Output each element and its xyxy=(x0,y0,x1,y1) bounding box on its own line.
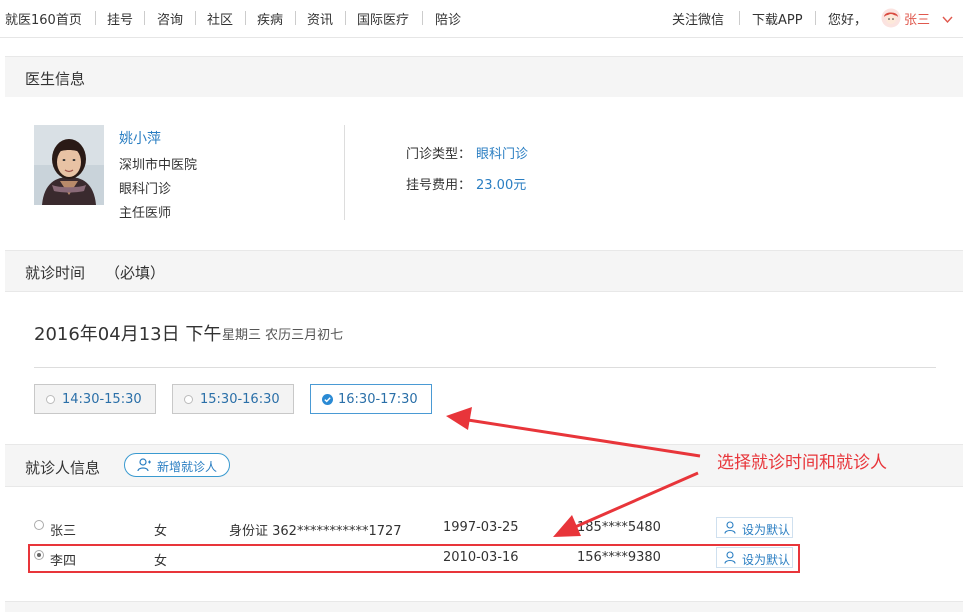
nav-international-link[interactable]: 国际医疗 xyxy=(357,9,409,28)
user-icon xyxy=(724,551,736,567)
time-section-title: 就诊时间 xyxy=(25,264,86,282)
nav-home-link[interactable]: 就医160首页 xyxy=(5,9,82,28)
doctor-section-header: 医生信息 xyxy=(5,56,963,98)
chevron-down-icon[interactable] xyxy=(942,13,953,28)
radio-icon xyxy=(184,395,193,404)
weekday-lunar: 星期三 农历三月初七 xyxy=(222,328,344,343)
user-avatar-icon[interactable] xyxy=(881,8,901,28)
follow-wechat-link[interactable]: 关注微信 xyxy=(672,9,724,28)
doctor-divider xyxy=(344,125,345,220)
time-section-header: 就诊时间 （必填） xyxy=(5,250,963,292)
nav-consult-link[interactable]: 咨询 xyxy=(157,9,183,28)
patient-phone: 156****9380 xyxy=(577,550,661,565)
set-default-label: 设为默认 xyxy=(742,523,791,537)
top-navigation-bar: 就医160首页 挂号 咨询 社区 疾病 资讯 国际医疗 陪诊 关注微信 下载AP… xyxy=(0,0,963,38)
time-slot-label: 16:30-17:30 xyxy=(338,392,418,407)
nav-divider xyxy=(95,11,96,25)
download-app-link[interactable]: 下载APP xyxy=(752,9,803,28)
set-default-button[interactable]: 设为默认 xyxy=(716,517,793,538)
fee-label: 挂号费用： xyxy=(406,178,472,193)
nav-divider xyxy=(815,11,816,25)
greeting-text: 您好， xyxy=(828,13,868,28)
patient-row[interactable]: 李四 女 2010-03-16 156****9380 xyxy=(34,548,804,570)
add-user-icon xyxy=(137,458,152,476)
patient-row[interactable]: 张三 女 身份证 362***********1727 1997-03-25 1… xyxy=(34,518,804,540)
nav-divider xyxy=(295,11,296,25)
username-link[interactable]: 张三 xyxy=(904,9,930,28)
set-default-label: 设为默认 xyxy=(742,553,791,567)
annotation-text: 选择就诊时间和就诊人 xyxy=(717,453,887,473)
patient-gender: 女 xyxy=(154,524,168,539)
doctor-section-title: 医生信息 xyxy=(25,70,86,88)
nav-escort-link[interactable]: 陪诊 xyxy=(435,9,461,28)
add-patient-button[interactable]: 新增就诊人 xyxy=(124,453,230,477)
clinic-type-value: 眼科门诊 xyxy=(476,147,529,162)
patient-birth: 1997-03-25 xyxy=(443,520,519,535)
radio-icon xyxy=(46,395,55,404)
doctor-photo xyxy=(34,125,104,205)
nav-register-link[interactable]: 挂号 xyxy=(107,9,133,28)
patient-radio[interactable] xyxy=(34,520,44,530)
nav-divider xyxy=(144,11,145,25)
nav-divider xyxy=(739,11,740,25)
add-patient-label: 新增就诊人 xyxy=(157,460,218,474)
time-slot-3[interactable]: 16:30-17:30 xyxy=(310,384,432,414)
patient-birth: 2010-03-16 xyxy=(443,550,519,565)
check-circle-icon xyxy=(322,394,333,409)
doctor-department: 眼科门诊 xyxy=(119,182,172,197)
patient-phone: 185****5480 xyxy=(577,520,661,535)
clinic-type-label: 门诊类型： xyxy=(406,147,472,162)
time-slot-1[interactable]: 14:30-15:30 xyxy=(34,384,156,414)
nav-divider xyxy=(245,11,246,25)
doctor-info-panel xyxy=(5,97,963,249)
patient-name: 张三 xyxy=(50,524,77,539)
next-section-header xyxy=(5,601,963,612)
set-default-button[interactable]: 设为默认 xyxy=(716,547,793,568)
time-slot-label: 15:30-16:30 xyxy=(200,392,280,407)
user-icon xyxy=(724,521,736,537)
nav-community-link[interactable]: 社区 xyxy=(207,9,233,28)
time-divider xyxy=(34,367,936,368)
nav-divider xyxy=(422,11,423,25)
required-marker: （必填） xyxy=(105,264,166,282)
nav-news-link[interactable]: 资讯 xyxy=(307,9,333,28)
time-slot-label: 14:30-15:30 xyxy=(62,392,142,407)
time-slot-2[interactable]: 15:30-16:30 xyxy=(172,384,294,414)
patient-id: 身份证 362***********1727 xyxy=(229,524,402,539)
nav-divider xyxy=(195,11,196,25)
patient-section-title: 就诊人信息 xyxy=(25,459,101,477)
patient-name: 李四 xyxy=(50,554,77,569)
visit-date: 2016年04月13日 下午 xyxy=(34,324,222,345)
nav-divider xyxy=(345,11,346,25)
fee-value: 23.00元 xyxy=(476,178,527,193)
doctor-name-link[interactable]: 姚小萍 xyxy=(119,128,161,148)
nav-disease-link[interactable]: 疾病 xyxy=(257,9,283,28)
patient-gender: 女 xyxy=(154,554,168,569)
doctor-position: 主任医师 xyxy=(119,206,172,221)
doctor-hospital: 深圳市中医院 xyxy=(119,158,198,173)
patient-radio-selected[interactable] xyxy=(34,550,44,560)
